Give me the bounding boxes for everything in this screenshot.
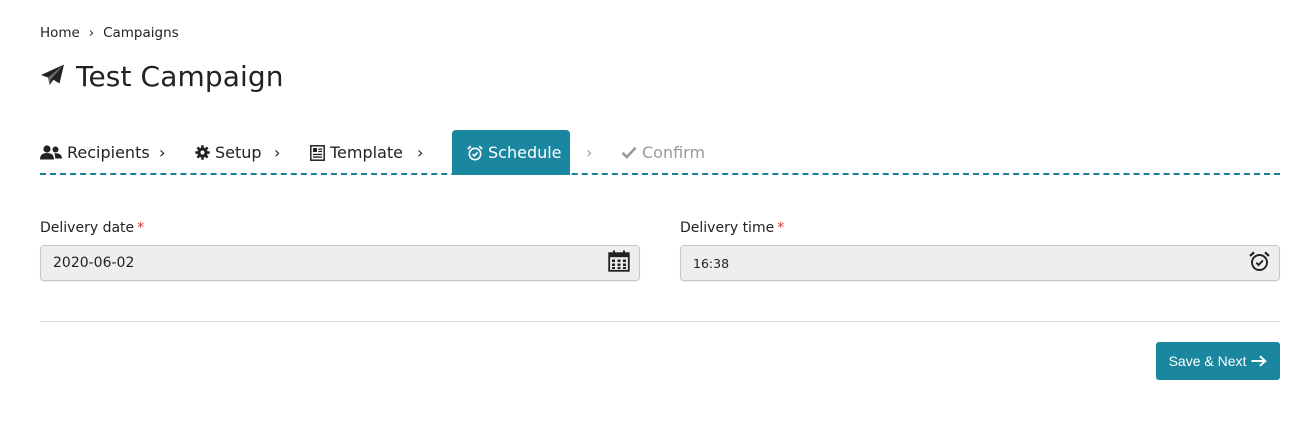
step-template[interactable]: Template [310,130,403,175]
step-chevron: › [274,143,281,162]
step-chevron: › [586,143,593,162]
step-label: Confirm [642,143,706,162]
alarm-clock-icon [467,145,483,161]
form-divider [40,321,1280,322]
arrow-right-icon [1251,355,1268,367]
step-confirm[interactable]: Confirm [621,130,705,175]
save-next-label: Save & Next [1168,353,1247,369]
breadcrumb-current[interactable]: Campaigns [103,25,179,41]
step-label: Setup [215,143,262,162]
step-setup[interactable]: Setup [195,130,262,175]
step-chevron: › [159,143,166,162]
template-icon [310,144,325,161]
page-title: Test Campaign [76,60,284,93]
delivery-date-label: Delivery date * [40,220,144,236]
check-icon [621,146,637,159]
step-label: Template [330,143,404,162]
page-header: Test Campaign [40,60,284,93]
breadcrumb-separator: › [88,25,95,41]
alarm-clock-icon[interactable] [1249,250,1270,276]
step-recipients[interactable]: Recipients [40,130,150,175]
breadcrumb: Home › Campaigns [40,25,179,41]
step-schedule[interactable]: Schedule [452,130,570,175]
required-mark: * [777,220,785,236]
required-mark: * [137,220,145,236]
step-label: Recipients [67,143,150,162]
save-next-button[interactable]: Save & Next [1156,342,1280,380]
delivery-time-label: Delivery time * [680,220,784,236]
step-label: Schedule [488,143,562,162]
users-icon [40,145,62,160]
delivery-date-input[interactable]: 2020-06-02 [40,245,640,281]
delivery-date-label-text: Delivery date [40,220,135,236]
delivery-time-value: 16:38 [693,255,730,271]
step-chevron: › [417,143,424,162]
breadcrumb-home-link[interactable]: Home [40,25,80,41]
paper-plane-icon [40,64,65,90]
delivery-date-value: 2020-06-02 [53,255,135,271]
wizard-steps: Recipients › Setup › Template › Schedule… [40,130,1280,175]
delivery-time-input[interactable]: 16:38 [680,245,1280,281]
delivery-time-label-text: Delivery time [680,220,775,236]
gear-icon [195,145,210,160]
calendar-icon[interactable] [608,250,630,276]
